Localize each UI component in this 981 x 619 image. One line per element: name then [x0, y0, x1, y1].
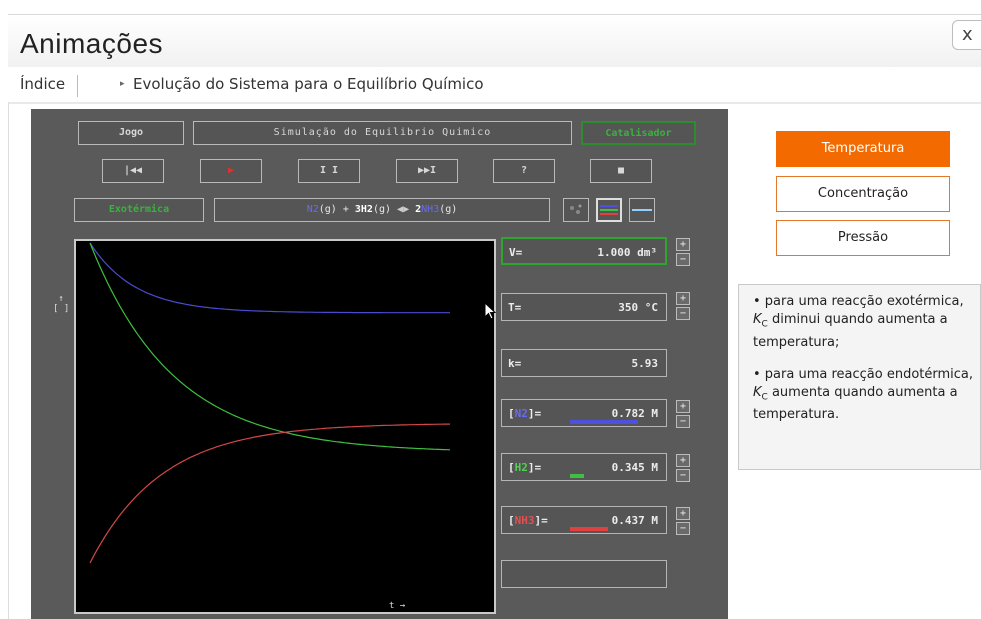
h2-stepper[interactable]: + − — [676, 454, 690, 482]
window-title: Animações — [20, 28, 164, 59]
close-button[interactable]: x — [952, 20, 981, 50]
help-button[interactable]: ? — [493, 159, 555, 183]
k-field: k= 5.93 — [501, 349, 667, 377]
catalisador-button[interactable]: Catalisador — [581, 121, 696, 145]
y-axis-label: ↑[ ] — [53, 294, 70, 314]
n2-label: [N2]= — [508, 407, 542, 420]
top-band — [0, 0, 981, 14]
series-h2-line — [89, 242, 451, 451]
nh3-plus-button[interactable]: + — [676, 507, 690, 520]
k-graph-icon[interactable] — [629, 198, 655, 222]
window-header: Animações — [8, 14, 981, 67]
temperature-minus-button[interactable]: − — [676, 307, 690, 320]
info-box: • para uma reacção exotérmica, KC diminu… — [738, 284, 981, 470]
particles-view-icon[interactable] — [563, 198, 589, 222]
series-n2-line — [89, 242, 450, 314]
h2-value: 0.345 M — [611, 461, 658, 474]
h2-plus-button[interactable]: + — [676, 454, 690, 467]
eq-h2: 3H2 — [354, 204, 373, 215]
info-endotermica: • para uma reacção endotérmica, KC aumen… — [753, 366, 974, 423]
h2-bar — [570, 474, 584, 478]
pause-button[interactable]: I I — [298, 159, 360, 183]
content-left-border — [8, 102, 9, 619]
h2-concentration-field: [H2]= 0.345 M — [501, 453, 667, 481]
n2-stepper[interactable]: + − — [676, 400, 690, 428]
volume-plus-button[interactable]: + — [676, 238, 690, 251]
eq-h2-state: (g) — [372, 204, 398, 215]
concentration-graph-icon[interactable] — [596, 198, 622, 222]
stop-button[interactable]: ■ — [590, 159, 652, 183]
equilibrium-arrows-icon: ◀▶ — [397, 204, 410, 215]
eq-nh3: NH3 — [421, 204, 440, 215]
concentration-chart — [74, 239, 496, 614]
breadcrumb-current: Evolução do Sistema para o Equilíbrio Qu… — [133, 75, 484, 93]
temperatura-button[interactable]: Temperatura — [776, 131, 950, 167]
eq-n2-state: (g) + — [318, 204, 355, 215]
simulation-title: Simulação do Equilibrio Quimico — [193, 121, 572, 145]
nh3-bar — [570, 527, 608, 531]
reaction-equation: N2(g) + 3H2(g) ◀▶ 2NH3(g) — [214, 198, 550, 222]
n2-minus-button[interactable]: − — [676, 415, 690, 428]
volume-stepper[interactable]: + − — [676, 238, 690, 266]
k-value: 5.93 — [631, 357, 659, 370]
info-exotermica: • para uma reacção exotérmica, KC diminu… — [753, 294, 964, 350]
n2-value: 0.782 M — [611, 407, 658, 420]
n2-plus-button[interactable]: + — [676, 400, 690, 413]
jogo-button[interactable]: Jogo — [78, 121, 184, 145]
k-label: k= — [508, 357, 522, 370]
pressao-button[interactable]: Pressão — [776, 220, 950, 256]
volume-label: V= — [509, 246, 523, 259]
exotermica-toggle[interactable]: Exotérmica — [74, 198, 204, 222]
breadcrumb-arrow-icon: ▸ — [120, 79, 125, 89]
temperature-value: 350 °C — [618, 301, 658, 314]
empty-field — [501, 560, 667, 588]
nh3-stepper[interactable]: + − — [676, 507, 690, 535]
temperature-stepper[interactable]: + − — [676, 292, 690, 320]
h2-minus-button[interactable]: − — [676, 469, 690, 482]
breadcrumb-root[interactable]: Índice — [20, 75, 79, 97]
nh3-label: [NH3]= — [508, 514, 548, 527]
simulation-panel: Jogo Simulação do Equilibrio Quimico Cat… — [31, 109, 728, 619]
n2-bar — [570, 420, 638, 424]
eq-n2: N2 — [306, 204, 319, 215]
h2-label: [H2]= — [508, 461, 542, 474]
nh3-minus-button[interactable]: − — [676, 522, 690, 535]
nh3-value: 0.437 M — [611, 514, 658, 527]
play-button[interactable]: ▶ — [200, 159, 262, 183]
skip-start-button[interactable]: |◀◀ — [102, 159, 164, 183]
concentracao-button[interactable]: Concentração — [776, 176, 950, 212]
mouse-cursor-icon — [484, 302, 497, 320]
breadcrumb: Índice ▸ Evolução do Sistema para o Equi… — [8, 70, 981, 104]
chart-svg — [89, 242, 451, 564]
nh3-concentration-field: [NH3]= 0.437 M — [501, 506, 667, 534]
eq-nh3-state: (g) — [439, 204, 458, 215]
volume-field[interactable]: V= 1.000 dm³ — [501, 237, 667, 265]
series-nh3-line — [89, 423, 450, 564]
volume-minus-button[interactable]: − — [676, 253, 690, 266]
temperature-label: T= — [508, 301, 522, 314]
volume-value: 1.000 dm³ — [597, 246, 657, 259]
temperature-field[interactable]: T= 350 °C — [501, 293, 667, 321]
temperature-plus-button[interactable]: + — [676, 292, 690, 305]
skip-end-button[interactable]: ▶▶I — [396, 159, 458, 183]
x-axis-label: t → — [389, 601, 406, 611]
n2-concentration-field: [N2]= 0.782 M — [501, 399, 667, 427]
